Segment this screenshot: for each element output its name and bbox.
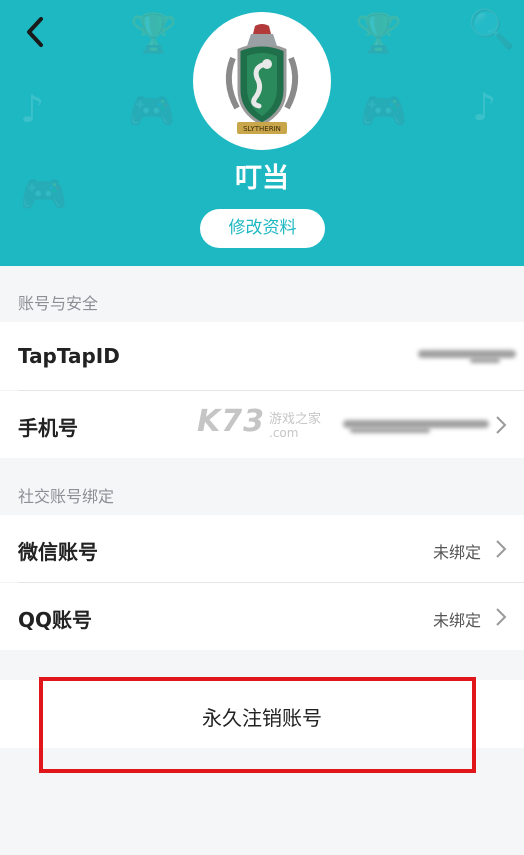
binding-status: 未绑定 bbox=[432, 611, 481, 630]
profile-header: 🏆 🏆 🔍 ♪ 🎮 🎮 ♪ 🎮 SLYTHERIN 叮当 修改资料 bbox=[0, 0, 524, 266]
crest-banner-text: SLYTHERIN bbox=[243, 125, 281, 133]
trophy-icon: 🏆 bbox=[130, 11, 178, 55]
username: 叮当 bbox=[235, 163, 289, 194]
house-crest-icon: SLYTHERIN bbox=[225, 24, 299, 134]
section-title-account-security: 账号与安全 bbox=[18, 294, 99, 313]
chevron-right-icon bbox=[496, 540, 507, 558]
row-label: 手机号 bbox=[18, 416, 78, 440]
gamepad-icon: 🎮 bbox=[128, 89, 176, 133]
music-note-icon: ♪ bbox=[472, 85, 497, 129]
edit-profile-button[interactable]: 修改资料 bbox=[200, 209, 325, 248]
watermark: K73 游戏之家 .com bbox=[197, 404, 321, 440]
magnifier-icon: 🔍 bbox=[468, 7, 516, 51]
binding-status: 未绑定 bbox=[432, 543, 481, 562]
watermark-domain: .com bbox=[269, 426, 299, 440]
avatar[interactable]: SLYTHERIN bbox=[193, 12, 331, 150]
gamepad-icon: 🎮 bbox=[360, 89, 408, 133]
highlight-box bbox=[39, 677, 476, 773]
row-qq-account[interactable]: QQ账号 未绑定 bbox=[0, 583, 524, 650]
row-label: TapTapID bbox=[18, 344, 120, 368]
watermark-text: 游戏之家 bbox=[269, 412, 322, 427]
back-arrow-icon[interactable] bbox=[18, 12, 58, 52]
row-taptap-id[interactable]: TapTapID bbox=[0, 322, 524, 390]
section-title-social-binding: 社交账号绑定 bbox=[18, 487, 115, 506]
trophy-icon: 🏆 bbox=[355, 11, 403, 55]
chevron-right-icon bbox=[496, 608, 507, 626]
chevron-right-icon bbox=[496, 416, 507, 434]
row-wechat-account[interactable]: 微信账号 未绑定 bbox=[0, 515, 524, 582]
row-label: QQ账号 bbox=[18, 608, 93, 632]
row-label: 微信账号 bbox=[18, 540, 98, 564]
music-note-icon: ♪ bbox=[20, 87, 45, 131]
watermark-logo: K73 bbox=[197, 404, 265, 439]
